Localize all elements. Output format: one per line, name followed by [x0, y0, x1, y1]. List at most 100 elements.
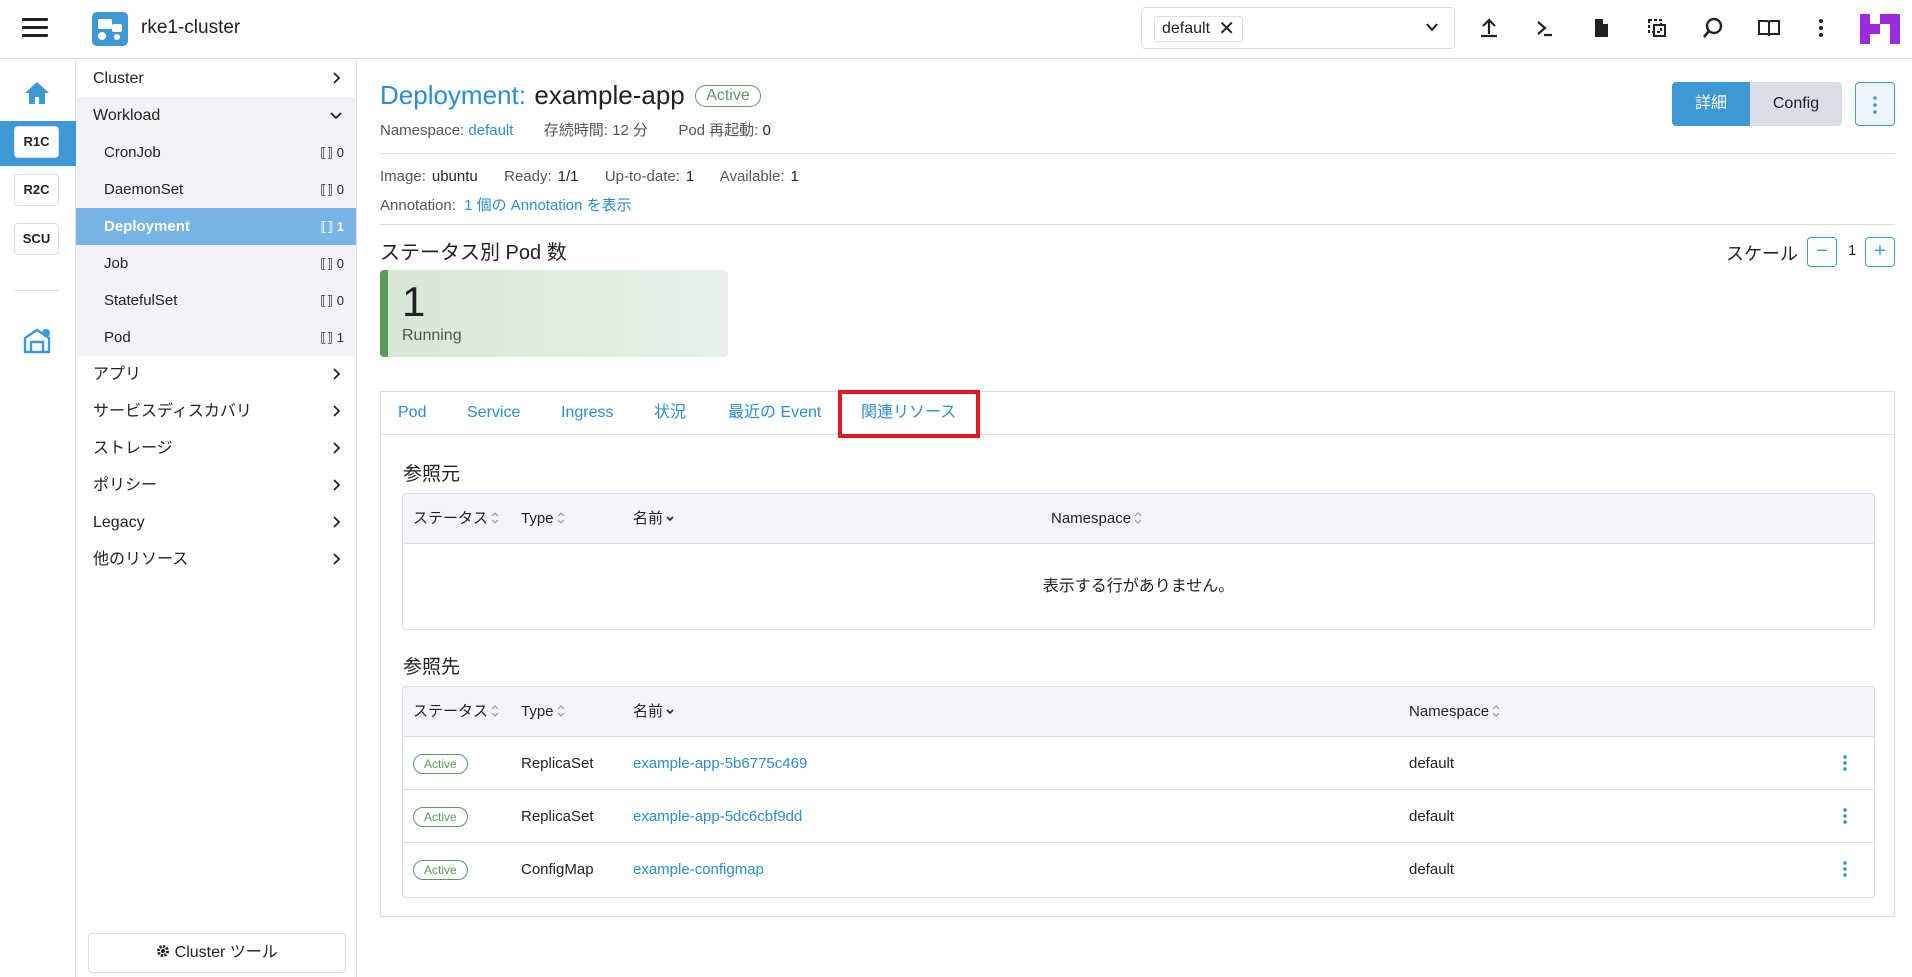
column-label: 名前: [633, 703, 664, 720]
column-header-type[interactable]: Type: [521, 687, 566, 737]
row-actions-icon[interactable]: [1840, 806, 1850, 826]
cluster-badge-r2c[interactable]: R2C: [14, 174, 59, 206]
chevron-down-icon[interactable]: [1424, 19, 1440, 35]
chevron-right-icon: [333, 553, 341, 565]
pod-count: 1: [402, 278, 426, 325]
cluster-tools-label: Cluster ツール: [174, 944, 278, 961]
namespace-filter-select[interactable]: default ✕: [1141, 7, 1455, 49]
search-icon[interactable]: [1701, 16, 1725, 40]
nav-group-label: アプリ: [93, 366, 142, 383]
nav-item-cronjob[interactable]: CronJob ⟦⟧ 0: [76, 134, 356, 171]
tab-recent-events[interactable]: 最近の Event: [728, 392, 821, 434]
more-vertical-icon: [1873, 96, 1877, 114]
resource-count-icon: ⟦⟧: [320, 182, 334, 197]
actions-menu-button[interactable]: [1855, 82, 1895, 126]
scale-label: スケール: [1726, 244, 1798, 264]
row-actions-icon[interactable]: [1840, 859, 1850, 879]
count-value: 0: [336, 293, 344, 308]
fleet-icon[interactable]: [22, 326, 52, 354]
nav-group-label: ストレージ: [93, 440, 173, 457]
column-header-namespace[interactable]: Namespace: [1051, 494, 1143, 544]
status-badge: Active: [413, 754, 468, 774]
cluster-logo-icon: [92, 12, 128, 46]
tab-conditions[interactable]: 状況: [654, 392, 686, 434]
upload-icon[interactable]: [1477, 16, 1501, 40]
nav-item-label: Deployment: [104, 218, 190, 235]
row-name: example-app-5dc6cbf9dd: [633, 790, 802, 843]
tab-highlight-box: [838, 390, 980, 438]
refers-to-title: 参照先: [403, 657, 461, 678]
column-header-namespace[interactable]: Namespace: [1409, 687, 1501, 737]
column-header-status[interactable]: ステータス: [413, 494, 500, 544]
home-icon[interactable]: [24, 81, 50, 105]
nav-group-service-discovery[interactable]: サービスディスカバリ: [76, 393, 356, 430]
nav-item-daemonset[interactable]: DaemonSet ⟦⟧ 0: [76, 171, 356, 208]
chip-remove-icon[interactable]: ✕: [1218, 17, 1235, 41]
kubectl-shell-icon[interactable]: [1533, 16, 1557, 40]
tab-service[interactable]: Service: [467, 392, 520, 434]
annotation-line: Annotation: 1 個の Annotation を表示: [380, 194, 632, 215]
copy-kubeconfig-icon[interactable]: [1645, 16, 1669, 40]
resource-link[interactable]: example-configmap: [633, 861, 764, 878]
gear-icon: [157, 945, 170, 957]
scale-up-button[interactable]: +: [1865, 237, 1895, 267]
nav-group-legacy[interactable]: Legacy: [76, 504, 356, 541]
row-type: ReplicaSet: [521, 755, 594, 772]
nav-item-deployment[interactable]: Deployment ⟦⟧ 1: [76, 208, 356, 245]
nav-item-statefulset[interactable]: StatefulSet ⟦⟧ 0: [76, 282, 356, 319]
nav-group-label: 他のリソース: [93, 551, 189, 568]
sort-desc-icon: [666, 516, 674, 522]
nav-group-label: Cluster: [93, 70, 144, 87]
more-vertical-icon[interactable]: [1809, 16, 1833, 40]
book-icon[interactable]: [1757, 16, 1781, 40]
nav-group-workload[interactable]: Workload: [76, 97, 356, 134]
nav-group-storage[interactable]: ストレージ: [76, 430, 356, 467]
sort-icon: [1492, 705, 1500, 717]
resource-link[interactable]: example-app-5b6775c469: [633, 755, 807, 772]
status-badge: Active: [695, 85, 761, 107]
namespace-link[interactable]: default: [468, 122, 513, 139]
column-header-type[interactable]: Type: [521, 494, 566, 544]
chevron-right-icon: [333, 368, 341, 380]
kubeconfig-file-icon[interactable]: [1589, 16, 1613, 40]
column-header-name[interactable]: 名前: [633, 494, 675, 544]
hamburger-menu-icon[interactable]: [22, 18, 48, 38]
cluster-tools-button[interactable]: Cluster ツール: [88, 933, 346, 973]
show-annotations-link[interactable]: 1 個の Annotation を表示: [464, 197, 632, 214]
user-avatar-icon[interactable]: [1860, 9, 1902, 49]
nav-group-policy[interactable]: ポリシー: [76, 467, 356, 504]
nav-item-pod[interactable]: Pod ⟦⟧ 1: [76, 319, 356, 356]
sort-icon: [557, 512, 564, 524]
resource-link[interactable]: example-app-5dc6cbf9dd: [633, 808, 802, 825]
column-label: ステータス: [413, 703, 489, 720]
row-actions-icon[interactable]: [1840, 753, 1850, 773]
column-header-name[interactable]: 名前: [633, 687, 675, 737]
nav-group-apps[interactable]: アプリ: [76, 356, 356, 393]
resource-kind-link[interactable]: Deployment:: [380, 80, 526, 110]
tab-pod[interactable]: Pod: [398, 392, 426, 434]
config-button[interactable]: Config: [1750, 82, 1842, 126]
column-header-status[interactable]: ステータス: [413, 687, 500, 737]
nav-item-count: ⟦⟧ 0: [320, 171, 344, 208]
empty-table-message: 表示する行がありません。: [1042, 578, 1235, 595]
divider: [380, 153, 1895, 154]
tab-ingress[interactable]: Ingress: [561, 392, 613, 434]
nav-item-job[interactable]: Job ⟦⟧ 0: [76, 245, 356, 282]
available-value: 1: [790, 168, 799, 185]
resource-count-icon: ⟦⟧: [320, 293, 334, 308]
detail-button[interactable]: 詳細: [1672, 82, 1750, 126]
namespace-chip: default ✕: [1154, 16, 1244, 42]
ready-label: Ready:: [504, 168, 552, 185]
column-label: Namespace: [1409, 703, 1490, 720]
nav-group-cluster[interactable]: Cluster: [76, 60, 356, 97]
cluster-rail: R1C R2C SCU: [0, 60, 76, 977]
count-value: 1: [336, 219, 344, 234]
scale-down-button[interactable]: −: [1807, 237, 1837, 267]
nav-group-label: Legacy: [93, 514, 145, 531]
cluster-badge-scu[interactable]: SCU: [14, 223, 59, 255]
sort-icon: [491, 705, 499, 717]
resource-count-icon: ⟦⟧: [320, 330, 334, 345]
cluster-badge-r1c[interactable]: R1C: [14, 126, 59, 158]
rail-divider: [14, 290, 59, 291]
nav-group-more-resources[interactable]: 他のリソース: [76, 541, 356, 578]
